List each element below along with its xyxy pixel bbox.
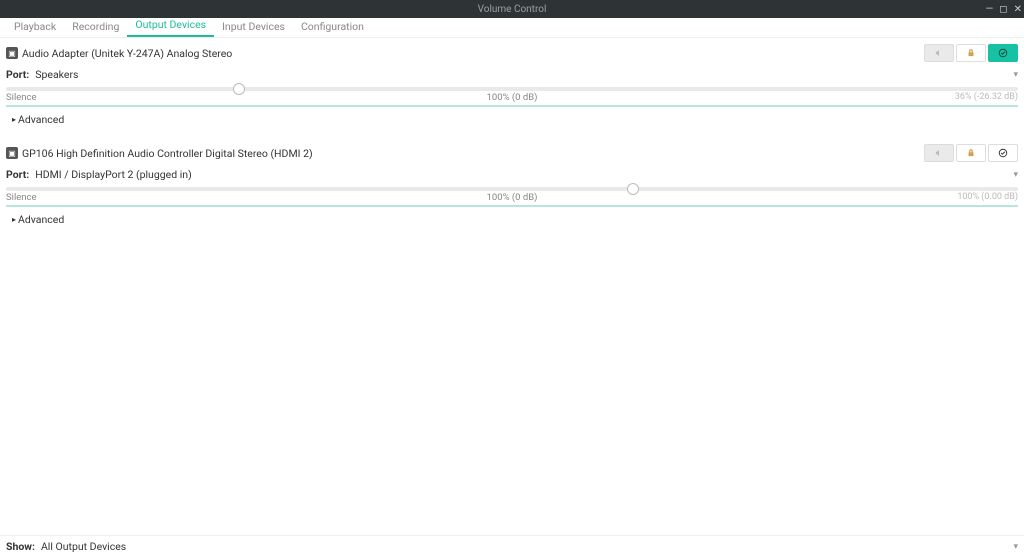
advanced-expander[interactable]: ▸ Advanced	[6, 111, 1018, 132]
minimize-icon[interactable]: —	[985, 4, 993, 15]
advanced-expander[interactable]: ▸ Advanced	[6, 211, 1018, 232]
close-icon[interactable]: ✕	[1014, 4, 1022, 15]
chevron-down-icon[interactable]: ▾	[1013, 542, 1018, 552]
expand-icon: ▸	[12, 115, 16, 124]
port-label: Port:	[6, 68, 29, 81]
port-label: Port:	[6, 168, 29, 181]
expand-icon: ▸	[12, 215, 16, 224]
sound-card-icon: ▣	[6, 147, 18, 159]
lock-icon	[966, 148, 976, 158]
port-row[interactable]: Port: Speakers ▾	[6, 68, 1018, 81]
slider-center-label: 100% (0 dB)	[6, 92, 1018, 103]
slider-value-label: 36% (-26.32 dB)	[955, 92, 1018, 102]
slider-labels: Silence 100% (0 dB) 100% (0.00 dB)	[6, 191, 1018, 203]
show-value[interactable]: All Output Devices	[41, 540, 126, 553]
chevron-down-icon[interactable]: ▾	[1013, 70, 1018, 80]
tab-input-devices[interactable]: Input Devices	[214, 16, 293, 37]
mute-button[interactable]	[924, 144, 954, 162]
tab-bar: Playback Recording Output Devices Input …	[0, 18, 1024, 38]
set-fallback-button[interactable]	[988, 144, 1018, 162]
output-device: ▣ Audio Adapter (Unitek Y-247A) Analog S…	[0, 38, 1024, 132]
titlebar: Volume Control — ◻ ✕	[0, 0, 1024, 18]
port-row[interactable]: Port: HDMI / DisplayPort 2 (plugged in) …	[6, 168, 1018, 181]
slider-value-label: 100% (0.00 dB)	[957, 192, 1018, 202]
window-controls: — ◻ ✕	[985, 4, 1022, 15]
volume-slider[interactable]: Silence 100% (0 dB) 36% (-26.32 dB)	[6, 87, 1018, 107]
lock-channels-button[interactable]	[956, 44, 986, 62]
tab-configuration[interactable]: Configuration	[293, 16, 372, 37]
device-header: ▣ Audio Adapter (Unitek Y-247A) Analog S…	[6, 44, 1018, 62]
chevron-down-icon[interactable]: ▾	[1013, 170, 1018, 180]
device-button-group	[924, 144, 1018, 162]
port-value: Speakers	[35, 68, 78, 81]
speaker-icon	[934, 48, 944, 58]
tab-playback[interactable]: Playback	[6, 16, 64, 37]
device-title: GP106 High Definition Audio Controller D…	[22, 147, 313, 160]
set-fallback-button[interactable]	[988, 44, 1018, 62]
port-value: HDMI / DisplayPort 2 (plugged in)	[35, 168, 192, 181]
lock-icon	[966, 48, 976, 58]
sound-card-icon: ▣	[6, 47, 18, 59]
footer-bar: Show: All Output Devices ▾	[0, 535, 1024, 557]
advanced-label: Advanced	[18, 213, 64, 226]
show-label: Show:	[6, 540, 35, 553]
slider-labels: Silence 100% (0 dB) 36% (-26.32 dB)	[6, 91, 1018, 103]
vu-meter	[6, 105, 1018, 107]
check-circle-icon	[998, 48, 1008, 58]
device-header: ▣ GP106 High Definition Audio Controller…	[6, 144, 1018, 162]
maximize-icon[interactable]: ◻	[999, 4, 1007, 15]
check-circle-icon	[998, 148, 1008, 158]
tab-recording[interactable]: Recording	[64, 16, 127, 37]
volume-slider[interactable]: Silence 100% (0 dB) 100% (0.00 dB)	[6, 187, 1018, 207]
slider-center-label: 100% (0 dB)	[6, 192, 1018, 203]
speaker-icon	[934, 148, 944, 158]
device-title: Audio Adapter (Unitek Y-247A) Analog Ste…	[22, 47, 232, 60]
output-device: ▣ GP106 High Definition Audio Controller…	[0, 138, 1024, 232]
advanced-label: Advanced	[18, 113, 64, 126]
device-button-group	[924, 44, 1018, 62]
vu-meter	[6, 205, 1018, 207]
lock-channels-button[interactable]	[956, 144, 986, 162]
window-title: Volume Control	[478, 4, 547, 15]
mute-button[interactable]	[924, 44, 954, 62]
